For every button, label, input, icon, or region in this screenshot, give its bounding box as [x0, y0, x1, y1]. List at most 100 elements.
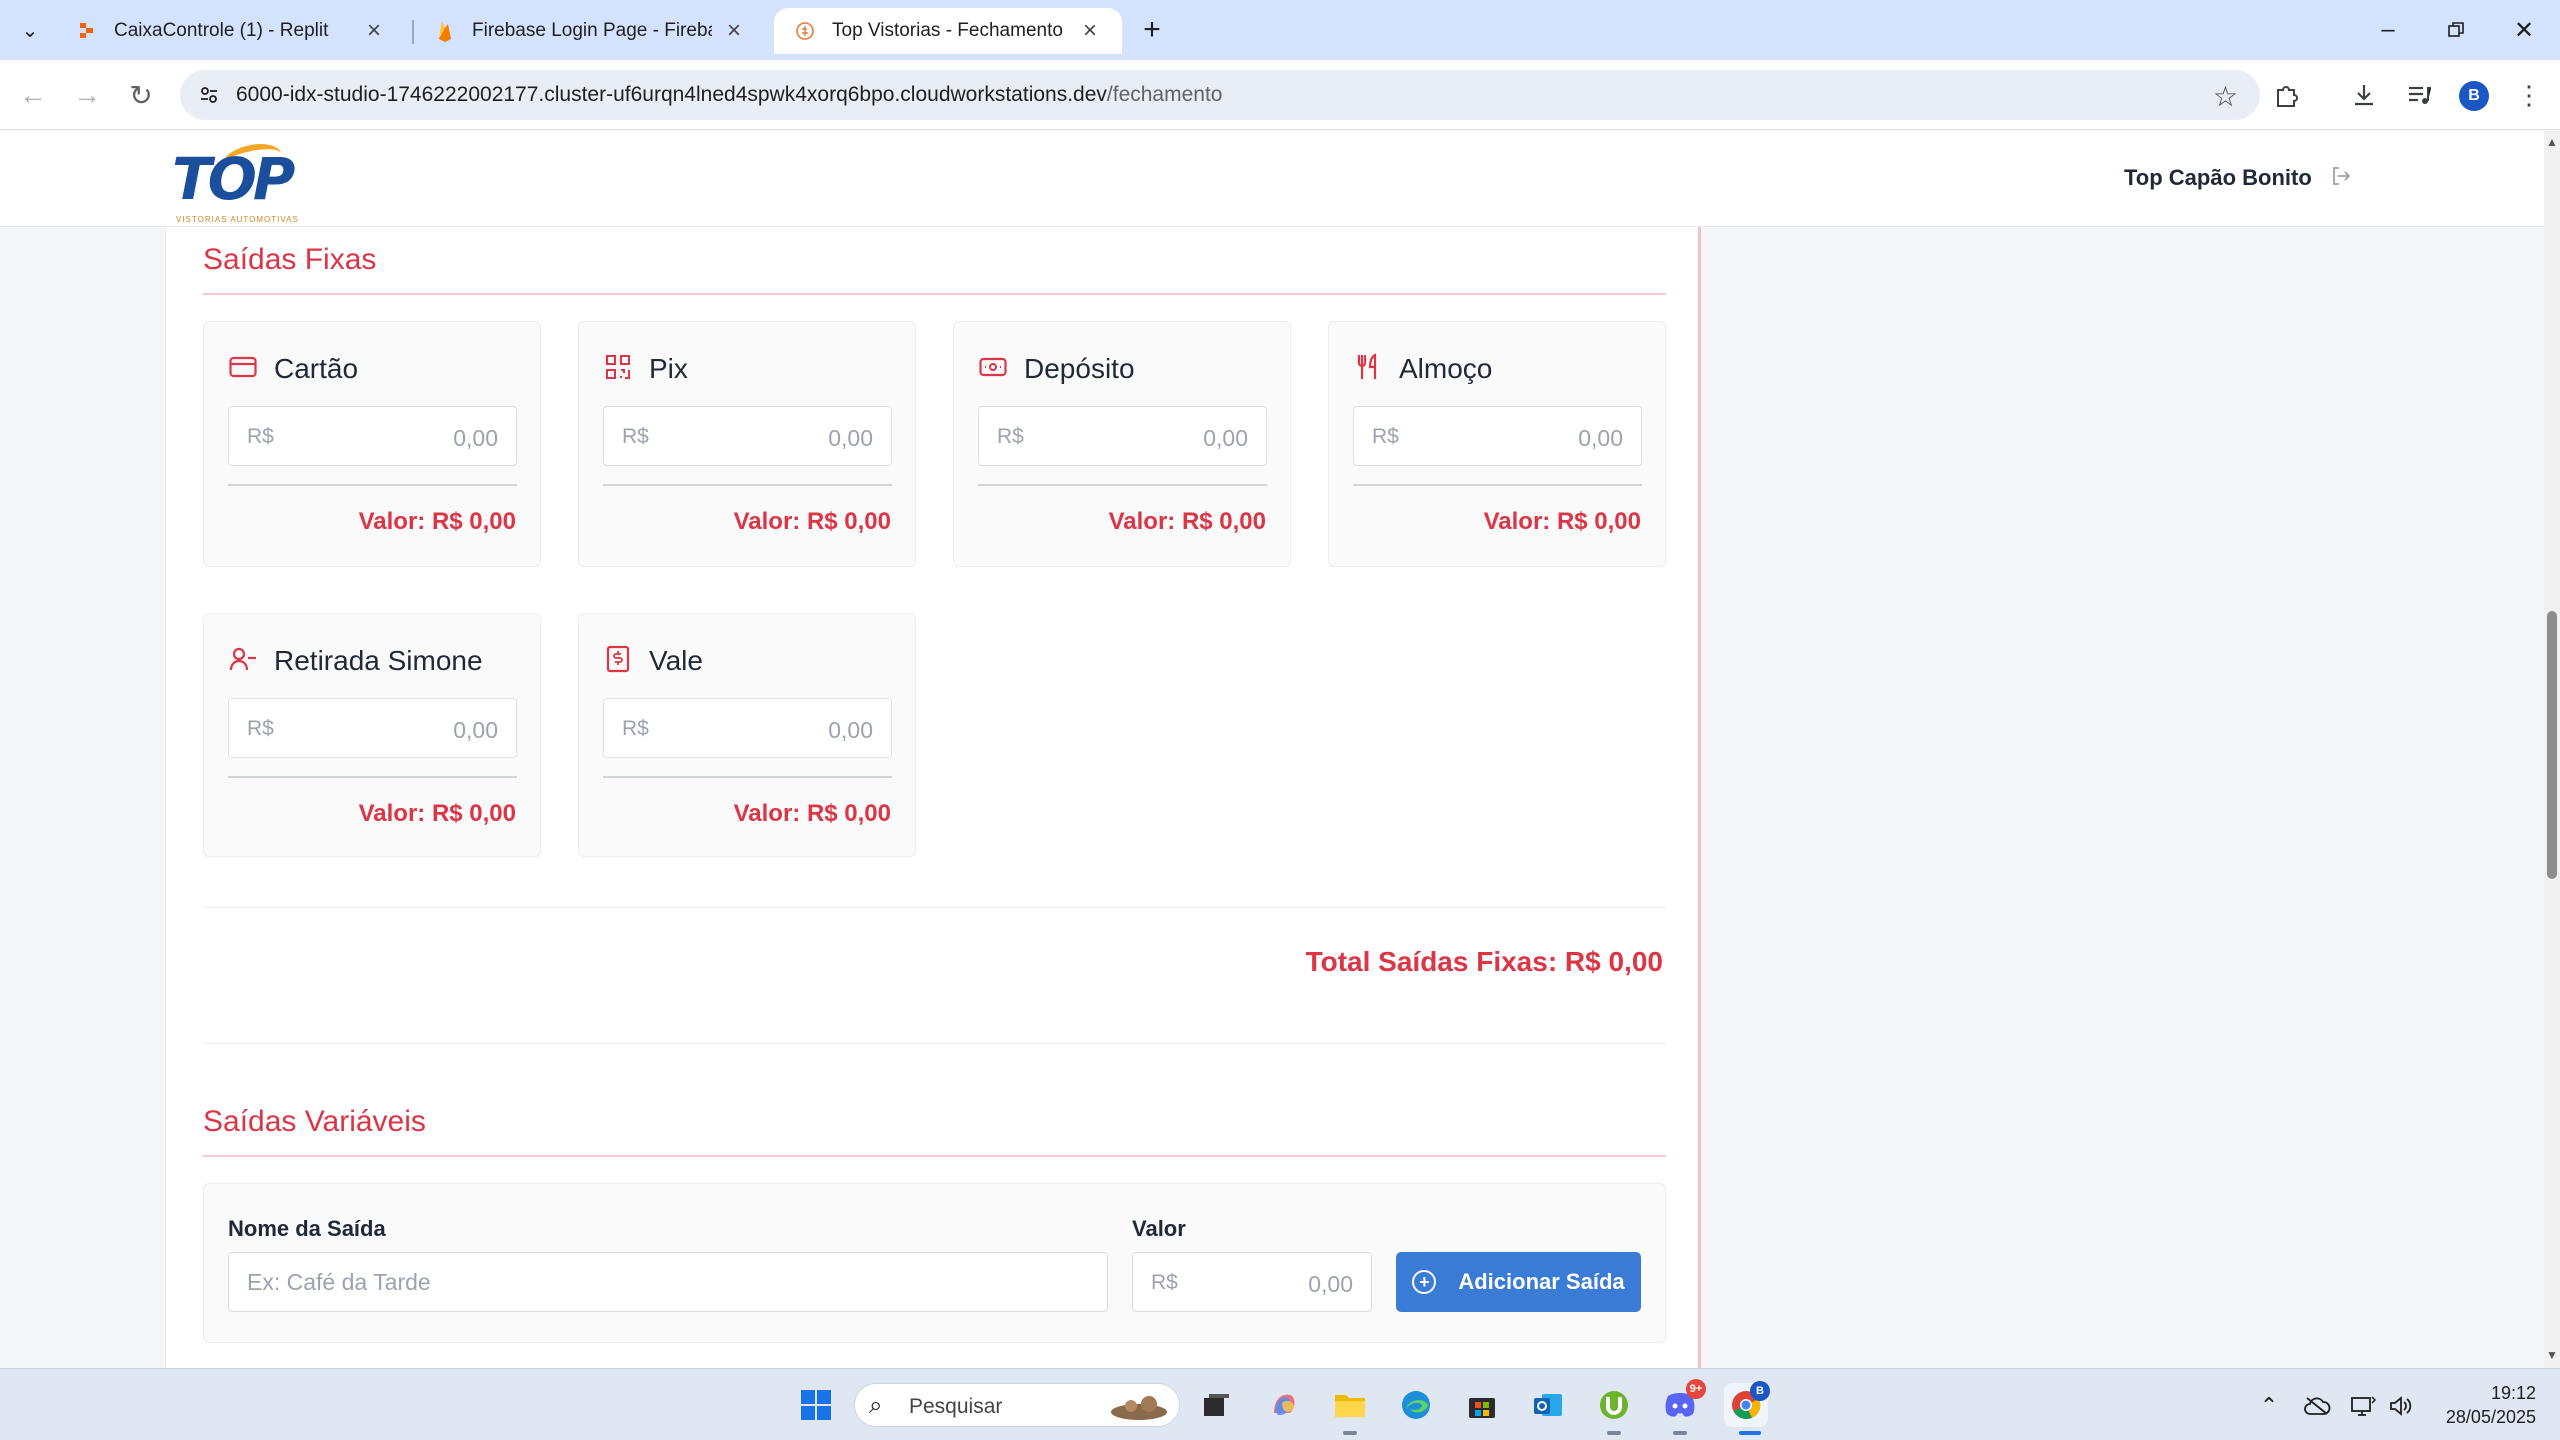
microsoft-store-icon[interactable]: [1460, 1383, 1504, 1427]
profile-avatar[interactable]: B: [2459, 81, 2489, 111]
page-icon: [794, 20, 816, 42]
section-divider: [203, 1155, 1666, 1157]
media-control-icon[interactable]: [2400, 76, 2438, 114]
add-expense-button[interactable]: + Adicionar Saída: [1396, 1252, 1641, 1312]
browser-tab-bar: ⌄ CaixaControle (1) - Replit × Firebase …: [0, 0, 2560, 60]
tab-firebase[interactable]: Firebase Login Page - Firebase ×: [414, 8, 766, 54]
amount-value: 0,00: [1308, 1271, 1353, 1297]
system-clock[interactable]: 19:12 28/05/2025: [2436, 1381, 2536, 1429]
expense-name-label: Nome da Saída: [228, 1216, 386, 1241]
browser-menu-icon[interactable]: ⋮: [2510, 76, 2548, 114]
file-explorer-icon[interactable]: [1328, 1383, 1372, 1427]
search-highlight-icon: [1107, 1390, 1171, 1422]
qr-code-icon: [603, 352, 633, 382]
expense-name-input[interactable]: [229, 1253, 1107, 1311]
close-tab-icon[interactable]: ×: [362, 17, 386, 44]
windows-start-icon[interactable]: [794, 1383, 838, 1427]
show-hidden-icons-chevron-icon[interactable]: ⌃: [2254, 1391, 2284, 1421]
expense-valor: Valor: R$ 0,00: [1483, 508, 1641, 535]
close-window-icon[interactable]: ✕: [2494, 10, 2554, 50]
taskbar-search-label: Pesquisar: [909, 1395, 1003, 1418]
plus-circle-icon: +: [1412, 1270, 1437, 1294]
browser-toolbar: ← → ↻ 6000-idx-studio-1746222002177.clus…: [0, 60, 2560, 130]
expense-value-label: Valor: [1132, 1216, 1186, 1241]
card-divider: [603, 776, 892, 778]
expense-card-retirada-simone: Retirada Simone R$ 0,00 Valor: R$ 0,00: [203, 613, 541, 857]
currency-prefix: R$: [247, 425, 274, 448]
expense-amount-input[interactable]: R$ 0,00: [603, 698, 892, 758]
windows-taskbar: ⌕ Pesquisar 9+ B ⌃ 19:12 28/05/2025: [0, 1368, 2560, 1440]
edge-icon[interactable]: [1394, 1383, 1438, 1427]
expense-amount-input[interactable]: R$ 0,00: [978, 406, 1267, 466]
user-name: Top Capão Bonito: [2124, 165, 2312, 190]
amount-value: 0,00: [453, 717, 498, 743]
card-divider: [978, 484, 1267, 486]
reload-icon[interactable]: ↻: [122, 76, 160, 114]
receipt-icon: [603, 644, 633, 674]
expense-name-field[interactable]: [228, 1252, 1108, 1312]
close-tab-icon[interactable]: ×: [1078, 17, 1102, 44]
search-icon: ⌕: [869, 1392, 883, 1419]
extensions-icon[interactable]: [2268, 76, 2306, 114]
site-info-icon[interactable]: [194, 80, 224, 110]
close-tab-icon[interactable]: ×: [722, 17, 746, 44]
scroll-up-arrow-icon[interactable]: ▲: [2544, 135, 2560, 151]
expense-card-cartao: Cartão R$ 0,00 Valor: R$ 0,00: [203, 321, 541, 567]
fechamento-card: Saídas Fixas Cartão R$ 0,00 Valor: R$ 0,…: [165, 227, 1701, 1368]
network-icon[interactable]: [2348, 1391, 2378, 1421]
total-saidas-fixas: Total Saídas Fixas: R$ 0,00: [1305, 946, 1663, 977]
currency-prefix: R$: [622, 717, 649, 740]
discord-notification-badge: 9+: [1686, 1379, 1706, 1399]
currency-prefix: R$: [1372, 425, 1399, 448]
utensils-icon: [1353, 352, 1383, 382]
expense-amount-input[interactable]: R$ 0,00: [1353, 406, 1642, 466]
utorrent-icon[interactable]: [1592, 1383, 1636, 1427]
copilot-icon[interactable]: [1262, 1383, 1306, 1427]
expense-value-input[interactable]: R$ 0,00: [1132, 1252, 1372, 1312]
expense-name: Depósito: [1024, 353, 1135, 384]
expense-name: Almoço: [1399, 353, 1493, 384]
saidas-fixas-title: Saídas Fixas: [203, 243, 377, 276]
taskbar-search[interactable]: ⌕ Pesquisar: [854, 1383, 1180, 1427]
task-view-icon[interactable]: [1194, 1383, 1238, 1427]
expense-amount-input[interactable]: R$ 0,00: [228, 406, 517, 466]
tab-caixacontrole[interactable]: CaixaControle (1) - Replit ×: [56, 8, 406, 54]
section-separator: [203, 1043, 1666, 1044]
running-indicator: [1343, 1431, 1357, 1435]
new-tab-plus-icon[interactable]: +: [1136, 12, 1168, 48]
address-bar[interactable]: 6000-idx-studio-1746222002177.cluster-uf…: [180, 70, 2260, 120]
logout-icon[interactable]: [2326, 161, 2356, 191]
expense-valor: Valor: R$ 0,00: [358, 508, 516, 535]
clock-date: 28/05/2025: [2445, 1407, 2536, 1427]
download-icon[interactable]: [2345, 76, 2383, 114]
scroll-thumb[interactable]: [2547, 611, 2557, 879]
card-divider: [1353, 484, 1642, 486]
top-vistorias-logo[interactable]: TOP VISTORIAS AUTOMOTIVAS: [170, 139, 320, 224]
outlook-icon[interactable]: [1526, 1383, 1570, 1427]
logo-tagline: VISTORIAS AUTOMOTIVAS: [176, 215, 299, 224]
amount-value: 0,00: [1578, 425, 1623, 451]
saidas-variaveis-title: Saídas Variáveis: [203, 1105, 426, 1138]
running-indicator: [1673, 1431, 1687, 1435]
page-viewport: TOP VISTORIAS AUTOMOTIVAS Top Capão Boni…: [0, 131, 2544, 1368]
expense-amount-input[interactable]: R$ 0,00: [603, 406, 892, 466]
volume-icon[interactable]: [2386, 1391, 2416, 1421]
expense-amount-input[interactable]: R$ 0,00: [228, 698, 517, 758]
amount-value: 0,00: [453, 425, 498, 451]
expense-valor: Valor: R$ 0,00: [1108, 508, 1266, 535]
onedrive-offline-icon[interactable]: [2302, 1391, 2332, 1421]
restore-icon[interactable]: [2426, 10, 2486, 50]
expense-card-pix: Pix R$ 0,00 Valor: R$ 0,00: [578, 321, 916, 567]
tab-top-vistorias[interactable]: Top Vistorias - Fechamento de ×: [774, 8, 1122, 54]
tab-search-chevron-icon[interactable]: ⌄: [14, 14, 46, 46]
forward-arrow-icon[interactable]: →: [68, 76, 106, 114]
minimize-icon[interactable]: –: [2358, 10, 2418, 50]
amount-value: 0,00: [1203, 425, 1248, 451]
page-scrollbar[interactable]: ▲ ▼: [2544, 131, 2560, 1368]
app-header: TOP VISTORIAS AUTOMOTIVAS Top Capão Boni…: [0, 131, 2544, 227]
add-variable-expense-form: Nome da Saída Valor R$ 0,00 + Adicionar …: [203, 1183, 1666, 1343]
bookmark-star-icon[interactable]: ☆: [2213, 80, 2238, 113]
back-arrow-icon[interactable]: ←: [14, 76, 52, 114]
expense-card-vale: Vale R$ 0,00 Valor: R$ 0,00: [578, 613, 916, 857]
scroll-down-arrow-icon[interactable]: ▼: [2544, 1348, 2560, 1364]
